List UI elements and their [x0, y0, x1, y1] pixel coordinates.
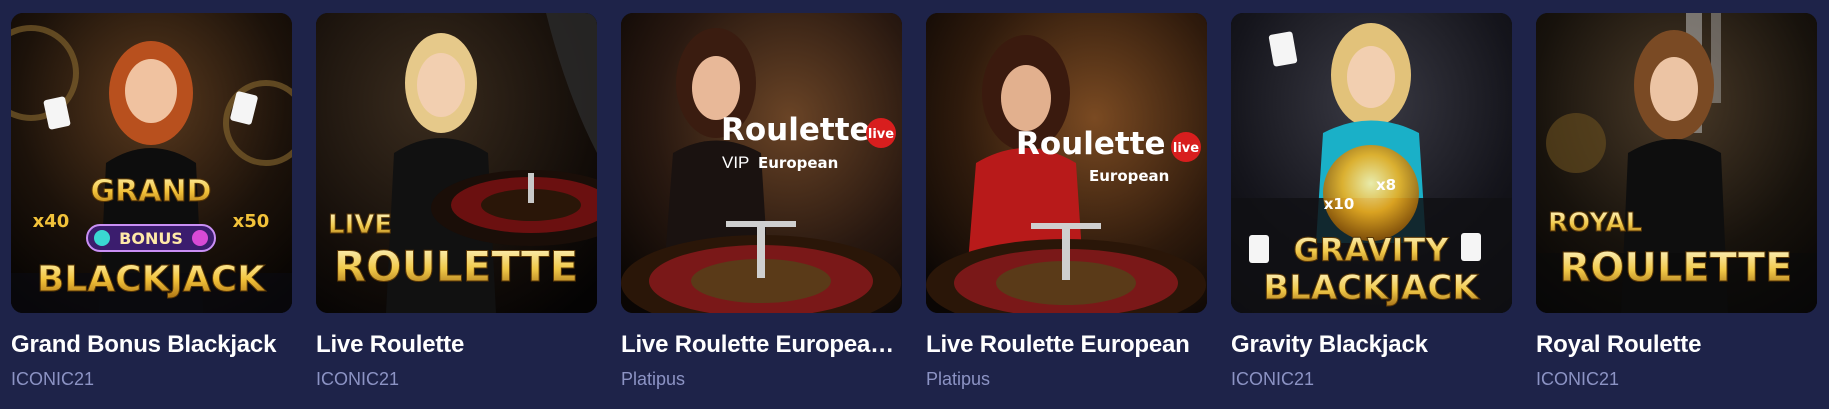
game-title[interactable]: Live Roulette Europea… [621, 330, 902, 360]
art-line1: LIVE [328, 210, 392, 240]
game-card-live-roulette-european[interactable]: Roulette live European Live Roulette Eur… [926, 13, 1207, 390]
art-line1: ROYAL [1548, 208, 1642, 238]
game-artwork: ROYAL ROULETTE [1536, 13, 1817, 313]
art-mult-left: x40 [33, 211, 70, 232]
game-thumbnail[interactable]: Roulette live VIP European [621, 13, 902, 313]
art-line2: ROULETTE [1560, 245, 1793, 291]
game-thumbnail[interactable]: ROYAL ROULETTE [1536, 13, 1817, 313]
game-provider: Platipus [926, 369, 991, 389]
art-line2: ROULETTE [334, 242, 579, 291]
game-provider: ICONIC21 [1231, 369, 1315, 389]
game-card-live-roulette-european-vip[interactable]: Roulette live VIP European Live Roulette… [621, 13, 902, 390]
game-provider: ICONIC21 [11, 369, 95, 389]
art-mult-a: x10 [1324, 195, 1355, 213]
art-line3: BLACKJACK [37, 259, 266, 300]
game-title[interactable]: Grand Bonus Blackjack [11, 330, 292, 360]
art-badge: live [868, 127, 894, 142]
art-mult-right: x50 [233, 211, 270, 232]
art-sub1: VIP [722, 153, 749, 172]
art-brand: Roulette [721, 112, 871, 148]
game-provider: Platipus [621, 369, 686, 389]
game-thumbnail[interactable]: LIVE ROULETTE [316, 13, 597, 313]
game-artwork: LIVE ROULETTE [316, 13, 597, 313]
art-line1: GRAND [91, 174, 212, 209]
art-line2: BONUS [119, 229, 183, 248]
game-card-grand-bonus-blackjack[interactable]: GRAND BONUS BLACKJACK x40 x50 Grand Bonu… [11, 13, 292, 390]
game-thumbnail[interactable]: Roulette live European [926, 13, 1207, 313]
game-artwork: Roulette live VIP European [621, 13, 902, 313]
art-line2: BLACKJACK [1263, 268, 1480, 308]
game-artwork: x10 x8 GRAVITY BLACKJACK [1231, 13, 1512, 313]
game-provider: ICONIC21 [1536, 369, 1620, 389]
game-artwork: GRAND BONUS BLACKJACK x40 x50 [11, 13, 292, 313]
game-title[interactable]: Live Roulette European [926, 330, 1207, 360]
game-artwork: Roulette live European [926, 13, 1207, 313]
game-title[interactable]: Royal Roulette [1536, 330, 1817, 360]
game-thumbnail[interactable]: x10 x8 GRAVITY BLACKJACK [1231, 13, 1512, 313]
art-sub2: European [758, 154, 838, 172]
game-title[interactable]: Live Roulette [316, 330, 597, 360]
game-card-gravity-blackjack[interactable]: x10 x8 GRAVITY BLACKJACK Gravity Blackja… [1231, 13, 1512, 390]
art-badge: live [1173, 141, 1199, 156]
art-mult-b: x8 [1376, 176, 1396, 194]
art-sub2: European [1089, 167, 1169, 185]
game-provider: ICONIC21 [316, 369, 400, 389]
game-title[interactable]: Gravity Blackjack [1231, 330, 1512, 360]
art-line1: GRAVITY [1293, 231, 1449, 269]
game-grid: GRAND BONUS BLACKJACK x40 x50 Grand Bonu… [11, 13, 1817, 390]
art-brand: Roulette [1016, 126, 1166, 162]
game-card-live-roulette[interactable]: LIVE ROULETTE Live Roulette ICONIC21 [316, 13, 597, 390]
game-thumbnail[interactable]: GRAND BONUS BLACKJACK x40 x50 [11, 13, 292, 313]
game-card-royal-roulette[interactable]: ROYAL ROULETTE Royal Roulette ICONIC21 [1536, 13, 1817, 390]
